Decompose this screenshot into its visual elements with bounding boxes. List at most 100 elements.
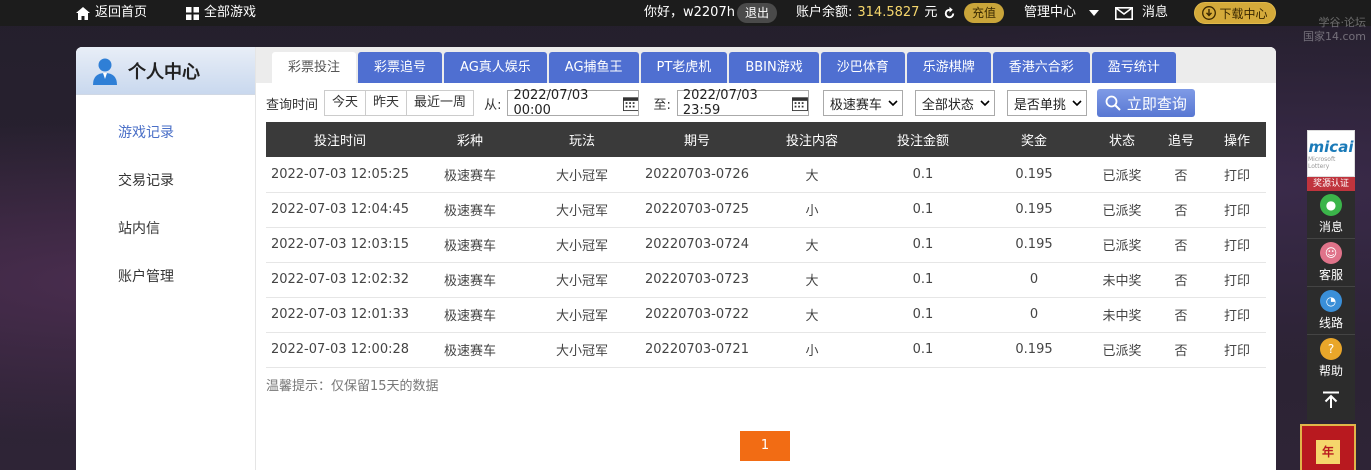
download-center-button[interactable]: 下载中心	[1194, 2, 1276, 24]
tab-profit-stats[interactable]: 盈亏统计	[1091, 52, 1176, 83]
back-to-top-button[interactable]	[1307, 380, 1355, 420]
float-customer-service-button[interactable]: ☺ 客服	[1307, 239, 1355, 287]
chat-icon: ●	[1320, 194, 1342, 216]
cell-action[interactable]: 打印	[1208, 262, 1266, 298]
cell-game: 极速赛车	[414, 332, 526, 368]
tab-ag-fishing[interactable]: AG捕鱼王	[548, 52, 639, 83]
status-value: 全部状态	[921, 97, 974, 113]
cell-prize: 0.195	[978, 332, 1090, 368]
logout-button[interactable]: 退出	[737, 3, 778, 23]
tab-lottery-bets[interactable]: 彩票投注	[272, 52, 357, 83]
sidebar-item-inbox[interactable]: 站内信	[76, 205, 255, 253]
cell-play: 大小冠军	[526, 332, 638, 368]
tab-lottery-chase[interactable]: 彩票追号	[358, 52, 443, 83]
calendar-icon[interactable]	[622, 95, 639, 112]
download-label: 下载中心	[1219, 6, 1268, 21]
cell-amount: 0.1	[868, 297, 978, 333]
main-content: 彩票投注 彩票追号 AG真人娱乐 AG捕鱼王 PT老虎机 BBIN游戏 沙巴体育…	[256, 47, 1276, 470]
home-link[interactable]: 返回首页	[76, 0, 147, 26]
watermark-line1: 学谷·论坛	[1318, 16, 1367, 29]
cell-amount: 0.1	[868, 192, 978, 228]
col-period: 期号	[638, 122, 756, 157]
page-button-1[interactable]: 1	[740, 431, 790, 461]
tab-leyou-chess[interactable]: 乐游棋牌	[906, 52, 991, 83]
game-tabs: 彩票投注 彩票追号 AG真人娱乐 AG捕鱼王 PT老虎机 BBIN游戏 沙巴体育…	[256, 47, 1276, 83]
grid-icon	[186, 6, 199, 20]
sidebar-item-account-management[interactable]: 账户管理	[76, 253, 255, 301]
cell-game: 极速赛车	[414, 192, 526, 228]
sidebar-menu: 游戏记录 交易记录 站内信 账户管理	[76, 95, 255, 301]
customer-service-icon: ☺	[1320, 242, 1342, 264]
query-button[interactable]: 立即查询	[1096, 89, 1195, 117]
envelope-icon	[1115, 6, 1133, 20]
cell-status: 未中奖	[1090, 297, 1154, 333]
calendar-icon[interactable]	[791, 95, 808, 112]
top-bar: 返回首页 全部游戏 你好，w2207h 退出 账户余额: 314.5827 元 …	[0, 0, 1371, 26]
sidebar: 个人中心 游戏记录 交易记录 站内信 账户管理	[76, 47, 256, 470]
chevron-down-icon	[888, 100, 898, 106]
game-type-select[interactable]: 极速赛车	[822, 90, 903, 116]
col-action: 操作	[1208, 122, 1266, 157]
table-body: 2022-07-03 12:05:25 极速赛车 大小冠军 20220703-0726…	[266, 157, 1266, 368]
retention-tip: 温馨提示：仅保留15天的数据	[266, 379, 439, 394]
status-select[interactable]: 全部状态	[914, 90, 995, 116]
sidebar-header: 个人中心	[76, 47, 255, 95]
table-header-row: 投注时间 彩种 玩法 期号 投注内容 投注金额 奖金 状态 追号 操作	[266, 122, 1266, 157]
cell-chase: 否	[1154, 192, 1208, 228]
tab-hk-mark-six[interactable]: 香港六合彩	[992, 52, 1090, 83]
cell-period: 20220703-0724	[638, 227, 756, 263]
tab-saba-sports[interactable]: 沙巴体育	[820, 52, 905, 83]
col-status: 状态	[1090, 122, 1154, 157]
cell-action[interactable]: 打印	[1208, 297, 1266, 333]
cell-action[interactable]: 打印	[1208, 157, 1266, 193]
sidebar-item-transaction-records[interactable]: 交易记录	[76, 157, 255, 205]
greeting: 你好，w2207h	[644, 0, 735, 26]
micai-logo[interactable]: micai Microsoft Lottery	[1307, 130, 1355, 177]
cell-status: 未中奖	[1090, 262, 1154, 298]
management-menu[interactable]: 管理中心	[1024, 0, 1100, 26]
cell-period: 20220703-0722	[638, 297, 756, 333]
float-messages-button[interactable]: ● 消息	[1307, 191, 1355, 239]
to-date-value: 2022/07/03 23:59	[682, 88, 758, 118]
recharge-button[interactable]: 充值	[964, 3, 1005, 23]
range-yesterday-button[interactable]: 昨天	[366, 91, 408, 115]
to-date-input[interactable]: 2022/07/03 23:59	[676, 88, 809, 118]
cell-action[interactable]: 打印	[1208, 227, 1266, 263]
tab-ag-live[interactable]: AG真人娱乐	[444, 52, 547, 83]
from-date-input[interactable]: 2022/07/03 00:00	[507, 88, 640, 118]
table-row: 2022-07-03 12:03:15 极速赛车 大小冠军 20220703-0724…	[266, 227, 1266, 263]
lantern-character: 年	[1316, 440, 1340, 464]
messages-label: 消息	[1142, 5, 1169, 20]
all-games-link[interactable]: 全部游戏	[186, 0, 256, 26]
cell-time: 2022-07-03 12:00:28	[266, 332, 414, 368]
messages-link[interactable]: 消息	[1115, 0, 1168, 26]
sidebar-item-game-records[interactable]: 游戏记录	[76, 109, 255, 157]
balance: 账户余额: 314.5827 元	[796, 0, 957, 26]
cell-amount: 0.1	[868, 157, 978, 193]
management-label: 管理中心	[1024, 5, 1077, 20]
cell-action[interactable]: 打印	[1208, 192, 1266, 228]
quick-range-group: 今天 昨天 最近一周	[324, 90, 475, 116]
range-last-week-button[interactable]: 最近一周	[407, 91, 474, 115]
watermark: 学谷·论坛 国家14.com	[1286, 16, 1366, 52]
float-help-button[interactable]: ? 帮助	[1307, 335, 1355, 383]
watermark-line2: 国家14.com	[1303, 30, 1366, 43]
help-icon: ?	[1320, 338, 1342, 360]
cell-period: 20220703-0721	[638, 332, 756, 368]
cell-time: 2022-07-03 12:01:33	[266, 297, 414, 333]
tab-bbin-games[interactable]: BBIN游戏	[729, 52, 819, 83]
cell-prize: 0.195	[978, 227, 1090, 263]
range-today-button[interactable]: 今天	[325, 91, 367, 115]
cell-chase: 否	[1154, 157, 1208, 193]
col-bet-time: 投注时间	[266, 122, 414, 157]
festive-lantern[interactable]: 年	[1300, 424, 1356, 470]
cell-action[interactable]: 打印	[1208, 332, 1266, 368]
float-routes-button[interactable]: ◔ 线路	[1307, 287, 1355, 335]
refresh-icon[interactable]	[942, 6, 957, 21]
col-chase: 追号	[1154, 122, 1208, 157]
home-icon	[76, 6, 90, 20]
single-bet-select[interactable]: 是否单挑	[1006, 90, 1087, 116]
float-routes-label: 线路	[1318, 316, 1343, 330]
cell-time: 2022-07-03 12:05:25	[266, 157, 414, 193]
tab-pt-slots[interactable]: PT老虎机	[640, 52, 728, 83]
